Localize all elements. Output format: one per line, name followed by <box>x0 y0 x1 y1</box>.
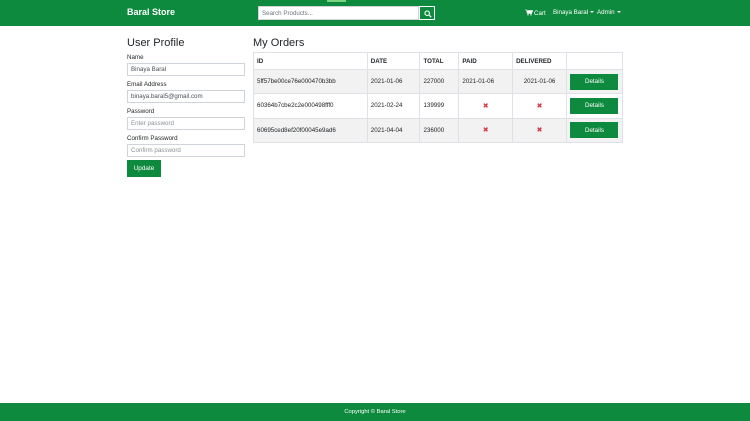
search-icon <box>423 9 432 18</box>
user-menu-label: Binaya Baral <box>553 9 589 16</box>
order-total: 227000 <box>419 68 460 95</box>
order-id: 60364b7cbe2c2e000498fff0 <box>253 93 368 119</box>
order-paid-date: 2021-01-06 <box>458 68 514 95</box>
column-header-id: ID <box>253 52 368 70</box>
details-button[interactable]: Details <box>570 97 619 114</box>
brand-logo[interactable]: Baral Store <box>127 7 175 17</box>
update-button[interactable]: Update <box>127 160 161 177</box>
admin-menu-label: Admin <box>597 9 615 16</box>
not-delivered-x-icon: ✖ <box>536 102 543 110</box>
user-menu-dropdown[interactable]: Binaya Baral <box>553 9 595 16</box>
order-id: 5ff57be00ce76e000470b3bb <box>253 68 368 95</box>
not-paid-x-icon: ✖ <box>482 102 489 110</box>
order-date: 2021-01-06 <box>366 68 421 95</box>
search-button[interactable] <box>419 6 435 20</box>
order-delivered-date: 2021-01-06 <box>512 68 567 95</box>
navbar: Baral Store Cart Binaya Baral Admin <box>0 0 750 26</box>
cart-icon <box>525 9 534 16</box>
order-actions: Details <box>565 68 624 95</box>
profile-title: User Profile <box>127 37 185 49</box>
table-row: 5ff57be00ce76e000470b3bb 2021-01-06 2270… <box>253 68 624 95</box>
confirm-password-field[interactable] <box>127 144 245 157</box>
cart-label: Cart <box>534 10 546 17</box>
order-total: 236000 <box>419 117 460 143</box>
order-paid-status: ✖ <box>458 93 514 119</box>
footer: Copyright © Baral Store <box>0 403 750 421</box>
nav-active-indicator <box>327 0 346 2</box>
cart-link[interactable]: Cart <box>525 9 546 17</box>
order-delivered-status: ✖ <box>512 117 567 143</box>
order-actions: Details <box>565 117 624 143</box>
password-label: Password <box>127 108 155 115</box>
details-button[interactable]: Details <box>570 122 619 139</box>
admin-menu-dropdown[interactable]: Admin <box>597 9 621 16</box>
footer-copyright: Copyright © Baral Store <box>344 409 406 415</box>
name-label: Name <box>127 54 144 61</box>
order-total: 139999 <box>419 93 460 119</box>
order-date: 2021-02-24 <box>366 93 421 119</box>
confirm-password-label: Confirm Password <box>127 135 178 142</box>
table-header-row: ID DATE TOTAL PAID DELIVERED <box>253 52 624 70</box>
order-paid-status: ✖ <box>458 117 514 143</box>
password-field[interactable] <box>127 117 245 130</box>
not-delivered-x-icon: ✖ <box>536 127 543 135</box>
chevron-down-icon <box>590 11 595 13</box>
column-header-total: TOTAL <box>419 52 460 70</box>
orders-title: My Orders <box>253 37 305 49</box>
order-date: 2021-04-04 <box>366 117 421 143</box>
email-field[interactable] <box>127 90 245 103</box>
order-actions: Details <box>565 93 624 119</box>
not-paid-x-icon: ✖ <box>482 127 489 135</box>
search-input[interactable] <box>258 6 419 20</box>
table-row: 60695ced8ef20f00045e9ad6 2021-04-04 2360… <box>253 117 624 143</box>
order-id: 60695ced8ef20f00045e9ad6 <box>253 117 368 143</box>
email-label: Email Address <box>127 81 167 88</box>
chevron-down-icon <box>616 11 621 13</box>
orders-table: ID DATE TOTAL PAID DELIVERED 5ff57be00ce… <box>253 52 624 143</box>
column-header-date: DATE <box>366 52 421 70</box>
column-header-paid: PAID <box>458 52 514 70</box>
order-delivered-status: ✖ <box>512 93 567 119</box>
column-header-actions <box>565 52 624 70</box>
name-field[interactable] <box>127 63 245 76</box>
table-row: 60364b7cbe2c2e000498fff0 2021-02-24 1399… <box>253 93 624 119</box>
details-button[interactable]: Details <box>570 73 619 90</box>
column-header-delivered: DELIVERED <box>512 52 567 70</box>
